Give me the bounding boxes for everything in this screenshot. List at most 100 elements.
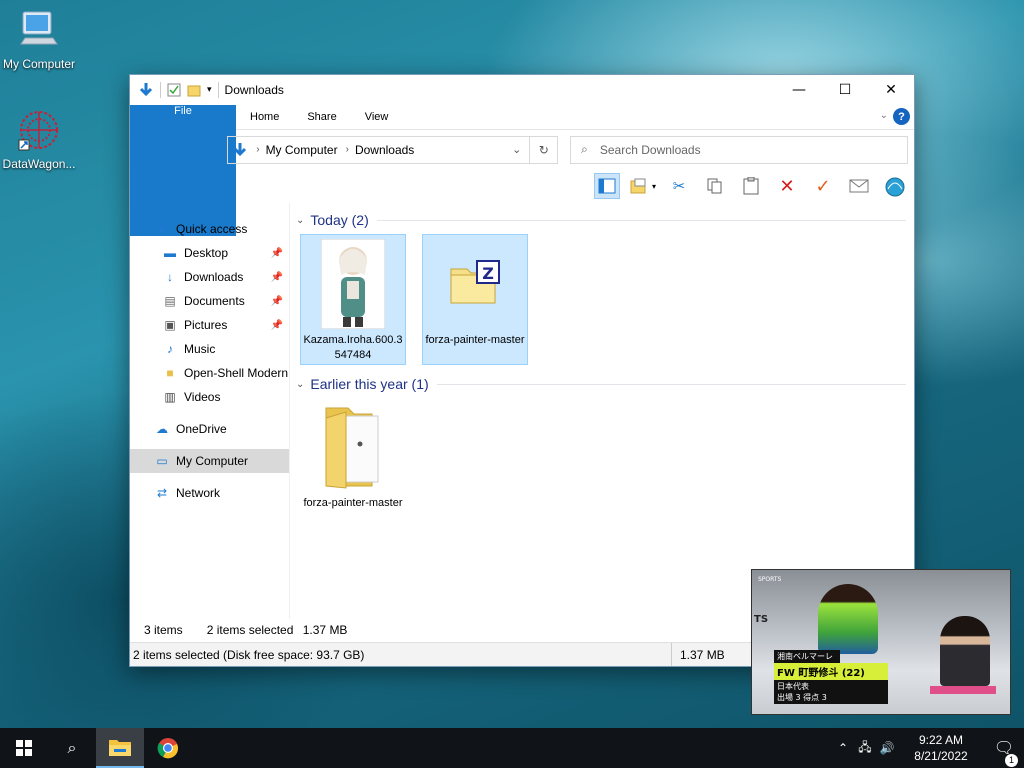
customize-qa-icon[interactable]: ▾ [207, 85, 212, 95]
desktop-icon-datawagon[interactable]: DataWagon... [0, 108, 78, 171]
zip-thumbnail: Z [440, 239, 510, 329]
volume-icon[interactable]: 🔊 [876, 741, 898, 755]
new-folder-icon[interactable] [187, 83, 201, 97]
nav-label: Documents [184, 294, 245, 308]
video-overlay[interactable]: SPORTS TS 湘南ベルマーレ FW 町野修斗 (22) 日本代表 出場 3… [751, 569, 1011, 715]
download-icon: ↓ [167, 270, 173, 284]
pin-icon: 📌 [270, 271, 283, 283]
selected-size: 1.37 MB [302, 623, 348, 637]
group-header-today[interactable]: ⌄ Today (2) [296, 209, 906, 231]
nav-pictures[interactable]: ▣ Pictures 📌 [130, 313, 289, 337]
title-bar[interactable]: ▾ Downloads — ☐ ✕ [130, 75, 914, 105]
navigation-pane-toggle[interactable] [594, 173, 620, 199]
file-list: ⌄ Today (2) Kazama.Iroha.600.3547484 Z f… [290, 203, 914, 619]
search-button[interactable]: ⌕ [48, 728, 96, 768]
file-name: forza-painter-master [303, 497, 403, 509]
action-center-button[interactable]: 🗨 1 [984, 738, 1024, 767]
scissors-icon: ✂ [672, 177, 686, 195]
download-arrow-icon [234, 142, 247, 156]
nav-open-shell[interactable]: ■ Open-Shell Modern [130, 361, 289, 385]
folder-options-button[interactable]: ▾ [630, 173, 656, 199]
minimize-button[interactable]: — [776, 75, 822, 105]
pin-icon: 📌 [270, 295, 283, 307]
nav-quick-access[interactable]: ★ Quick access [130, 217, 289, 241]
taskbar-chrome[interactable] [144, 728, 192, 768]
desktop-icon-label: DataWagon... [2, 157, 76, 171]
classic-toolbar: ▾ ✂ ✕ ✓ [130, 169, 914, 203]
expand-ribbon-icon[interactable]: ⌄ [880, 110, 888, 121]
nav-music[interactable]: ♪ Music [130, 337, 289, 361]
breadcrumb-downloads[interactable]: Downloads [355, 143, 414, 157]
video-anchor-figure [940, 616, 990, 686]
file-name: forza-painter-master [425, 334, 525, 346]
address-bar[interactable]: › My Computer › Downloads ⌄ [227, 135, 531, 164]
player-caption: FW 町野修斗 (22) [774, 663, 888, 680]
group-items-earlier: forza-painter-master [296, 395, 914, 529]
address-dropdown-icon[interactable]: ⌄ [512, 143, 521, 156]
shell-settings-button[interactable] [882, 173, 908, 199]
delete-button[interactable]: ✕ [774, 173, 800, 199]
computer-icon: ▭ [156, 454, 168, 468]
properties-icon[interactable] [167, 83, 181, 97]
nav-label: Quick access [176, 222, 248, 236]
paste-button[interactable] [738, 173, 764, 199]
search-icon: ⌕ [67, 738, 77, 757]
copy-button[interactable] [702, 173, 728, 199]
nav-my-computer[interactable]: ▭ My Computer [130, 449, 289, 473]
taskbar-file-explorer[interactable] [96, 728, 144, 768]
tab-share[interactable]: Share [293, 105, 350, 129]
tab-home[interactable]: Home [236, 105, 293, 129]
email-button[interactable] [846, 173, 872, 199]
tab-view[interactable]: View [351, 105, 403, 129]
show-hidden-icons-icon[interactable]: ⌃ [832, 741, 854, 755]
help-button[interactable]: ? [893, 108, 910, 125]
copy-icon [707, 178, 722, 194]
breadcrumb-my-computer[interactable]: My Computer [266, 143, 338, 157]
search-icon: ⌕ [581, 142, 588, 156]
videos-icon: ▥ [164, 390, 176, 404]
nav-downloads[interactable]: ↓ Downloads 📌 [130, 265, 289, 289]
nav-onedrive[interactable]: ☁ OneDrive [130, 417, 289, 441]
start-button[interactable] [0, 728, 48, 768]
channel-logo: SPORTS [758, 576, 782, 583]
file-item[interactable]: forza-painter-master [300, 398, 406, 529]
folder-icon: ■ [166, 366, 174, 380]
file-item[interactable]: Z forza-painter-master [422, 234, 528, 365]
clipboard-icon [743, 177, 759, 195]
clock[interactable]: 9:22 AM 8/21/2022 [898, 732, 984, 764]
cut-button[interactable]: ✂ [666, 173, 692, 199]
envelope-icon [849, 179, 869, 193]
image-thumbnail [318, 239, 388, 329]
desktop-icon-my-computer[interactable]: My Computer [0, 10, 78, 71]
nav-label: Music [184, 342, 216, 356]
file-item[interactable]: Kazama.Iroha.600.3547484 [300, 234, 406, 365]
status-summary: 3 items 2 items selected 1.37 MB [144, 623, 347, 637]
desktop-icon-label: My Computer [2, 57, 76, 71]
group-title: Today (2) [310, 212, 369, 228]
nav-label: Network [176, 486, 221, 500]
quick-access-toolbar: ▾ [138, 82, 219, 98]
nav-videos[interactable]: ▥ Videos [130, 385, 289, 409]
ribbon-tabs: File Home Share View ⌄ ? [130, 105, 914, 236]
stats-line-2: 出場 3 得点 3 [777, 693, 827, 702]
clock-time: 9:22 AM [918, 733, 964, 747]
properties-button[interactable]: ✓ [810, 173, 836, 199]
nav-desktop[interactable]: ▬ Desktop 📌 [130, 241, 289, 265]
folder-view-icon [630, 178, 646, 194]
datawagon-logo-icon [18, 111, 58, 151]
search-input[interactable]: ⌕ Search Downloads [570, 135, 909, 164]
group-header-earlier[interactable]: ⌄ Earlier this year (1) [296, 373, 906, 395]
layout-pane-icon [598, 178, 616, 194]
nav-network[interactable]: ⇄ Network [130, 481, 289, 505]
network-icon[interactable]: 🖧 [854, 738, 876, 759]
close-button[interactable]: ✕ [868, 75, 914, 105]
pin-icon: 📌 [270, 247, 283, 259]
collapse-icon: ⌄ [296, 214, 305, 226]
notification-badge: 1 [1005, 754, 1018, 767]
nav-documents[interactable]: ▤ Documents 📌 [130, 289, 289, 313]
download-arrow-icon [139, 83, 153, 97]
maximize-button[interactable]: ☐ [822, 75, 868, 105]
cloud-icon: ☁ [156, 422, 168, 436]
refresh-button[interactable]: ↻ [530, 135, 559, 164]
